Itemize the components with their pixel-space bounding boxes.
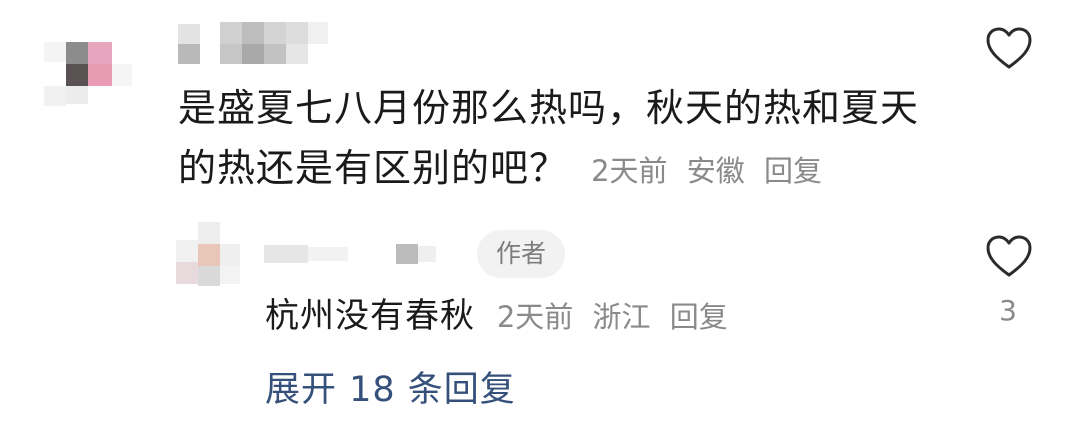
author-badge: 作者 [477,230,565,278]
comment-time: 2天前 [591,154,668,188]
heart-icon[interactable] [985,234,1033,278]
reply-text: 杭州没有春秋 [265,296,475,336]
comment-location: 安徽 [686,154,745,188]
reply-time: 2天前 [496,300,574,334]
expand-replies-link[interactable]: 展开 18 条回复 [265,366,516,414]
reply-location: 浙江 [592,300,651,334]
comment-text-line2: 的热还是有区别的吧？ 2天前 安徽 回复 [178,138,948,201]
reply-body: 杭州没有春秋 2天前 浙江 回复 [265,292,728,341]
comment-text-line1: 是盛夏七八月份那么热吗，秋天的热和夏天 [178,86,920,130]
reply-like-count: 3 [999,294,1017,327]
comment-body: 是盛夏七八月份那么热吗，秋天的热和夏天 的热还是有区别的吧？ 2天前 安徽 回复 [178,78,948,201]
comment-text-line2-text: 的热还是有区别的吧？ [178,146,569,190]
heart-icon[interactable] [985,26,1033,70]
reply-reply-button[interactable]: 回复 [670,300,728,334]
comment-reply-button[interactable]: 回复 [764,154,822,188]
